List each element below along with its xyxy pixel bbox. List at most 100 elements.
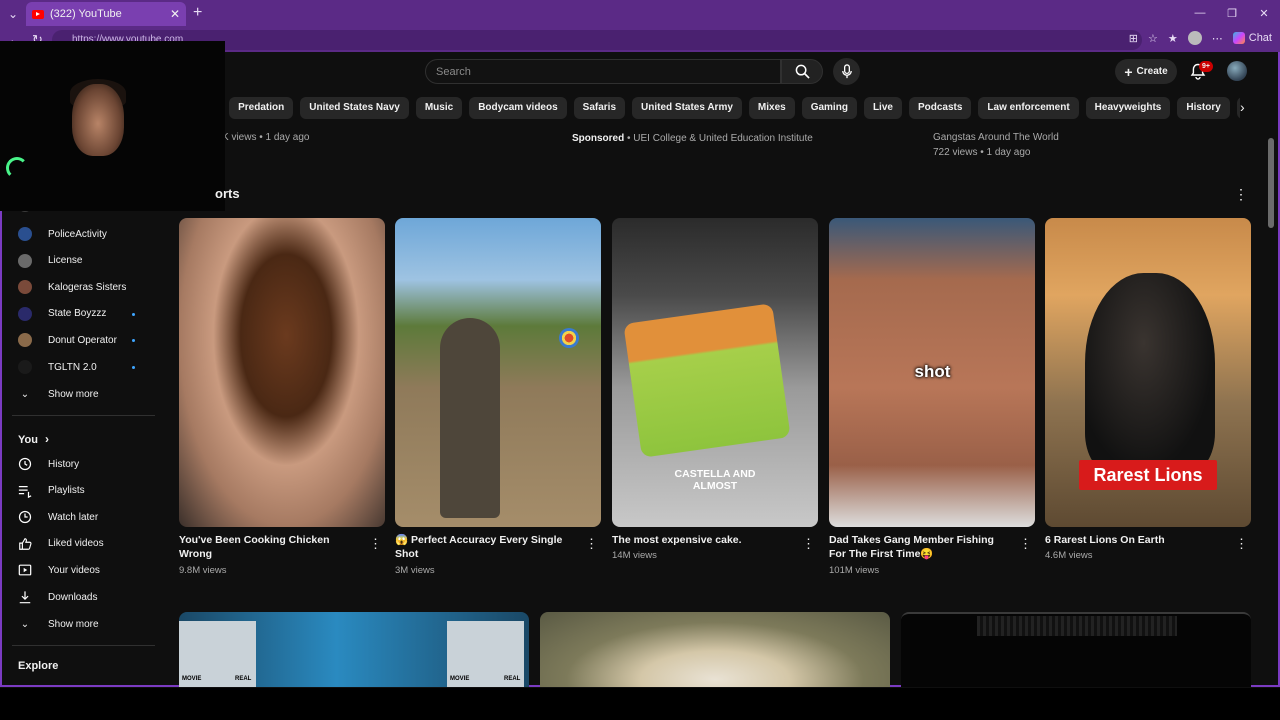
- voice-search-button[interactable]: [833, 58, 860, 85]
- sidebar-item-label: Kalogeras Sisters: [48, 281, 127, 293]
- sidebar-channel[interactable]: TGLTN 2.0: [18, 354, 148, 380]
- sidebar-channel[interactable]: License: [18, 248, 148, 274]
- video-thumbnail[interactable]: [901, 612, 1251, 687]
- close-window-icon[interactable]: ✕: [1248, 0, 1280, 26]
- channel-name[interactable]: Gangstas Around The World: [933, 132, 1059, 143]
- copilot-icon: [1232, 32, 1245, 44]
- chip-gaming[interactable]: Gaming: [801, 97, 857, 119]
- more-options-icon[interactable]: ⋮: [585, 536, 598, 552]
- search-input[interactable]: Search: [425, 59, 781, 84]
- chip-bodycam-videos[interactable]: Bodycam videos: [469, 97, 567, 119]
- short-views: 9.8M views: [179, 565, 227, 576]
- sidebar-channel[interactable]: Donut Operator: [18, 327, 148, 353]
- channel-avatar: [18, 280, 32, 295]
- chip-music[interactable]: Music: [415, 97, 463, 119]
- sidebar-show-more[interactable]: ⌄ Show more: [18, 611, 148, 637]
- video-thumbnail[interactable]: MOVIE REAL MOVIE REAL: [179, 612, 529, 687]
- favorite-star-icon[interactable]: ☆: [1148, 32, 1158, 45]
- short-thumbnail[interactable]: [179, 218, 385, 527]
- short-title[interactable]: 😱 Perfect Accuracy Every Single Shot: [395, 533, 575, 561]
- profile-avatar[interactable]: [1187, 31, 1202, 45]
- channel-avatar: [18, 333, 32, 348]
- more-options-icon[interactable]: ⋮: [1234, 186, 1248, 203]
- chip-podcasts[interactable]: Podcasts: [908, 97, 972, 119]
- short-thumbnail[interactable]: shot: [829, 218, 1035, 527]
- chip-mixes[interactable]: Mixes: [748, 97, 795, 119]
- webcam-light: [6, 157, 28, 179]
- tab-title: (322) YouTube: [50, 8, 122, 20]
- tab-youtube[interactable]: (322) YouTube ✕: [26, 2, 186, 26]
- sidebar-item-your-videos[interactable]: Your videos: [18, 557, 148, 583]
- restore-icon[interactable]: ❐: [1216, 0, 1248, 26]
- short-title[interactable]: Dad Takes Gang Member Fishing For The Fi…: [829, 533, 1009, 561]
- sidebar-item-label: TGLTN 2.0: [48, 361, 97, 373]
- archery-target: [559, 328, 579, 348]
- short-thumbnail[interactable]: Rarest Lions: [1045, 218, 1251, 527]
- webcam-face: [72, 84, 124, 156]
- sidebar-channel[interactable]: State Boyzzz: [18, 301, 148, 327]
- sidebar-item-history[interactable]: History: [18, 451, 148, 477]
- watch-later-icon: [18, 510, 32, 524]
- more-options-icon[interactable]: ⋮: [802, 536, 815, 552]
- sidebar-show-more[interactable]: ⌄ Show more: [18, 381, 148, 407]
- taskbar-area: [0, 688, 1280, 720]
- more-menu-icon[interactable]: ⋯: [1212, 32, 1223, 45]
- minimize-icon[interactable]: —: [1184, 0, 1216, 26]
- video-meta: K views • 1 day ago: [222, 132, 310, 143]
- chevron-right-icon: ›: [45, 432, 50, 446]
- short-title[interactable]: 6 Rarest Lions On Earth: [1045, 533, 1225, 547]
- you-label: You: [18, 434, 38, 446]
- favorites-icon[interactable]: ★: [1168, 32, 1178, 45]
- chevron-down-icon: ⌄: [20, 618, 30, 630]
- sidebar-item-liked-videos[interactable]: Liked videos: [18, 531, 148, 557]
- sidebar-item-watch-later[interactable]: Watch later: [18, 504, 148, 530]
- reader-icon[interactable]: ⊞: [1129, 32, 1138, 45]
- short-title[interactable]: The most expensive cake.: [612, 533, 792, 547]
- page-scrollbar[interactable]: [1268, 138, 1274, 228]
- sidebar-item-label: History: [48, 458, 80, 470]
- sidebar-item-playlists[interactable]: Playlists: [18, 478, 148, 504]
- channel-avatar: [18, 253, 32, 268]
- video-thumbnail[interactable]: [540, 612, 890, 687]
- sidebar-channel[interactable]: Kalogeras Sisters: [18, 274, 148, 300]
- playlists-icon: [18, 484, 32, 498]
- chip-heavyweights[interactable]: Heavyweights: [1085, 97, 1171, 119]
- short-thumbnail[interactable]: [395, 218, 601, 527]
- chip-history[interactable]: History: [1177, 97, 1230, 119]
- sidebar-item-downloads[interactable]: Downloads: [18, 584, 148, 610]
- sidebar-item-label: Donut Operator: [48, 334, 117, 346]
- search-button[interactable]: [781, 59, 823, 84]
- short-thumbnail[interactable]: CASTELLA AND ALMOST: [612, 218, 818, 527]
- sidebar-item-label: Liked videos: [48, 538, 104, 550]
- tab-list-button[interactable]: ⌄: [0, 1, 26, 27]
- chip-safaris[interactable]: Safaris: [573, 97, 626, 119]
- short-views: 14M views: [612, 550, 657, 561]
- more-options-icon[interactable]: ⋮: [1235, 536, 1248, 552]
- sidebar-item-label: Watch later: [48, 511, 99, 523]
- chip-predation[interactable]: Predation: [229, 97, 294, 119]
- history-icon: [18, 457, 32, 471]
- create-button[interactable]: + Create: [1115, 59, 1177, 84]
- sidebar-item-label: License: [48, 255, 83, 267]
- you-heading[interactable]: You ›: [18, 432, 49, 446]
- cake: [623, 303, 791, 458]
- create-label: Create: [1136, 66, 1168, 77]
- shorts-heading: orts: [215, 186, 240, 201]
- more-options-icon[interactable]: ⋮: [1019, 536, 1032, 552]
- chip-law-enforcement[interactable]: Law enforcement: [978, 97, 1079, 119]
- sidebar-item-label: Downloads: [48, 591, 98, 603]
- browser-toolbar: ⊞ ☆ ★ ⋯ Chat: [1129, 31, 1272, 45]
- chip-united-states-navy[interactable]: United States Navy: [300, 97, 409, 119]
- sidebar-divider: [12, 415, 155, 416]
- chat-button[interactable]: Chat: [1232, 32, 1272, 44]
- chip-united-states-army[interactable]: United States Army: [632, 97, 742, 119]
- chips-next-icon[interactable]: ›: [1240, 99, 1245, 115]
- more-options-icon[interactable]: ⋮: [369, 536, 382, 552]
- account-avatar[interactable]: [1227, 61, 1247, 81]
- new-tab-button[interactable]: +: [193, 4, 202, 22]
- sidebar-channel[interactable]: PoliceActivity: [18, 221, 148, 247]
- chip-live[interactable]: Live: [863, 97, 902, 119]
- channel-avatar: [18, 360, 32, 374]
- close-tab-icon[interactable]: ✕: [170, 7, 180, 21]
- short-title[interactable]: You've Been Cooking Chicken Wrong: [179, 533, 359, 561]
